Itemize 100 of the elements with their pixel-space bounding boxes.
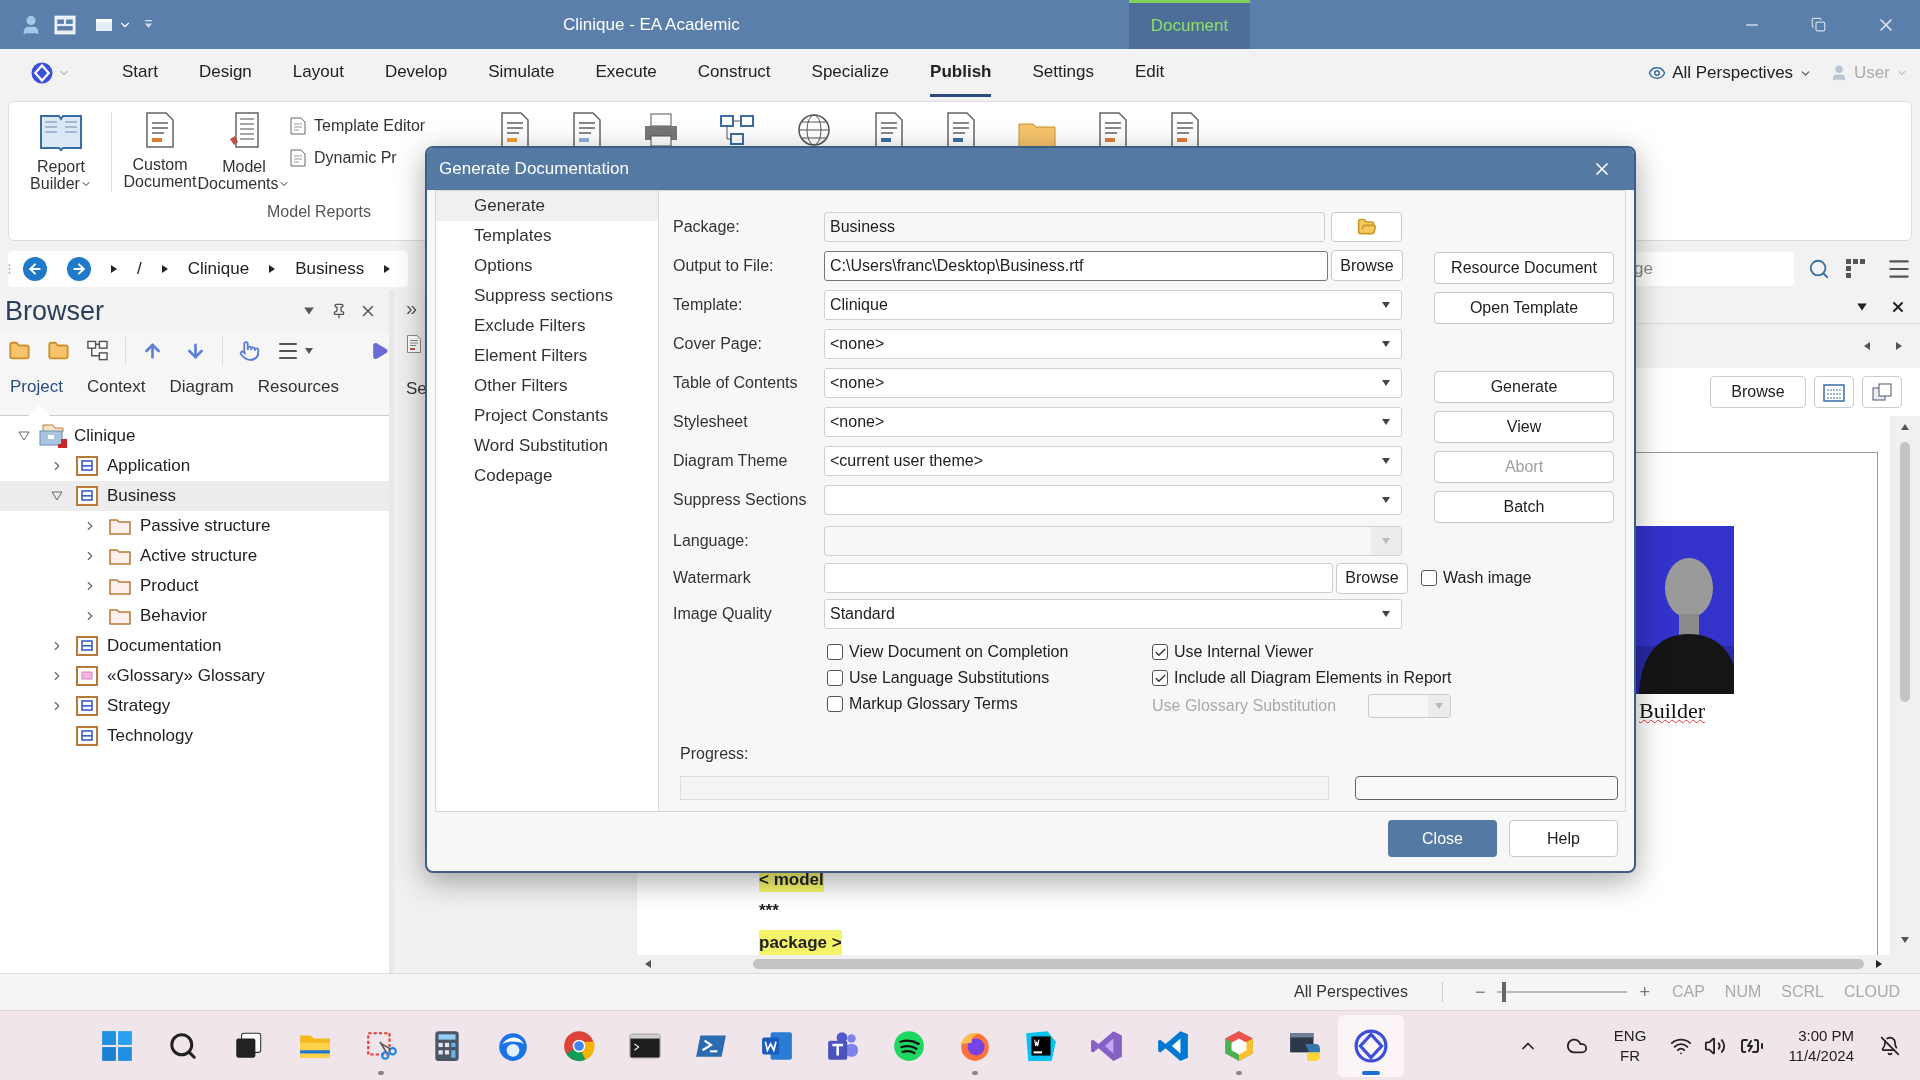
- ribbon-small-button[interactable]: Template Editor: [290, 114, 426, 138]
- cube-icon[interactable]: [1222, 1028, 1256, 1063]
- browser-tab[interactable]: Project: [0, 369, 75, 415]
- browser-icon[interactable]: [562, 1028, 596, 1063]
- tree-item[interactable]: Business: [0, 481, 389, 511]
- pin-icon[interactable]: [331, 303, 347, 319]
- browse-button[interactable]: Browse: [1710, 375, 1806, 408]
- language-indicator[interactable]: ENG FR: [1613, 1025, 1647, 1066]
- zoom-out-button[interactable]: −: [1474, 978, 1486, 1006]
- nav-item[interactable]: Project Constants: [436, 401, 658, 431]
- window-icon[interactable]: [96, 18, 112, 31]
- tree-item[interactable]: Passive structure: [0, 511, 389, 541]
- menu-tab[interactable]: Execute: [595, 49, 657, 97]
- nav-item[interactable]: Exclude Filters: [436, 311, 658, 341]
- checkbox[interactable]: [827, 670, 843, 686]
- checkbox[interactable]: [1152, 670, 1168, 686]
- dropdown-field[interactable]: Clinique: [824, 289, 1402, 320]
- menu-tab[interactable]: Layout: [292, 49, 344, 97]
- toolbar-button[interactable]: [1862, 375, 1902, 408]
- breadcrumb-item[interactable]: /: [137, 255, 142, 282]
- checkbox[interactable]: [827, 644, 843, 660]
- dialog-button[interactable]: Batch: [1434, 491, 1614, 523]
- nav-item[interactable]: Other Filters: [436, 371, 658, 401]
- music-icon[interactable]: [892, 1028, 926, 1063]
- document-icon[interactable]: [1169, 112, 1201, 148]
- menu-tab[interactable]: Design: [198, 49, 252, 97]
- dialog-button[interactable]: Help: [1509, 820, 1618, 857]
- breadcrumb-item[interactable]: Clinique: [187, 255, 250, 282]
- tree-item[interactable]: Strategy: [0, 691, 389, 721]
- menu-tab[interactable]: Specialize: [811, 49, 890, 97]
- export-icon[interactable]: [873, 112, 905, 148]
- diagram-icon[interactable]: [719, 112, 755, 148]
- notification-icon[interactable]: [1880, 1035, 1900, 1056]
- package-field[interactable]: Business: [824, 211, 1325, 242]
- tree-item[interactable]: Active structure: [0, 541, 389, 571]
- menu-tab[interactable]: Publish: [930, 49, 992, 97]
- tree-item[interactable]: Application: [0, 451, 389, 481]
- code-editor-icon[interactable]: [1024, 1028, 1058, 1063]
- back-button[interactable]: [23, 256, 47, 281]
- dropdown-field[interactable]: Standard: [824, 599, 1402, 629]
- dialog-button[interactable]: Close: [1388, 820, 1497, 857]
- tree-item[interactable]: Product: [0, 571, 389, 601]
- input-field[interactable]: [824, 563, 1333, 593]
- document-icon[interactable]: [945, 112, 977, 148]
- grid-icon[interactable]: [1846, 258, 1866, 279]
- convert-icon[interactable]: [1097, 112, 1129, 148]
- tree-item[interactable]: «Glossary» Glossary: [0, 661, 389, 691]
- nav-item[interactable]: Options: [436, 251, 658, 281]
- checkbox[interactable]: [827, 696, 843, 712]
- browse-button[interactable]: Browse: [1336, 562, 1408, 594]
- vertical-scrollbar[interactable]: [1890, 415, 1920, 973]
- checkbox[interactable]: [1152, 644, 1168, 660]
- infinity-icon[interactable]: [1090, 1028, 1124, 1063]
- search-icon[interactable]: [168, 1030, 198, 1061]
- browser-tab[interactable]: Resources: [245, 369, 352, 415]
- toolbar-button[interactable]: [1814, 375, 1854, 408]
- collapse-icon[interactable]: [51, 491, 63, 501]
- zoom-slider[interactable]: [1497, 981, 1628, 1003]
- menu-tab[interactable]: Start: [122, 49, 158, 97]
- nav-item[interactable]: Codepage: [436, 461, 658, 491]
- taskbar-button[interactable]: [1338, 1014, 1404, 1077]
- forward-button[interactable]: [67, 256, 91, 281]
- dialog-button[interactable]: Generate: [1434, 371, 1614, 403]
- expand-button[interactable]: »: [406, 296, 418, 320]
- nav-item[interactable]: Element Filters: [436, 341, 658, 371]
- document-icon[interactable]: [144, 112, 176, 148]
- dropdown-field[interactable]: <none>: [824, 406, 1402, 437]
- dropdown-field[interactable]: <current user theme>: [824, 445, 1402, 476]
- menu-tab[interactable]: Edit: [1134, 49, 1165, 97]
- collapse-icon[interactable]: [18, 431, 30, 441]
- menu-tab[interactable]: Simulate: [488, 49, 555, 97]
- dropdown-field[interactable]: [824, 484, 1402, 515]
- nav-item[interactable]: Templates: [436, 221, 658, 251]
- dialog-button[interactable]: Open Template: [1434, 292, 1614, 324]
- tree-item[interactable]: Behavior: [0, 601, 389, 631]
- checkbox[interactable]: [1421, 570, 1437, 586]
- hand-icon[interactable]: [238, 340, 260, 362]
- browser-tab[interactable]: Context: [74, 369, 158, 415]
- restore-icon[interactable]: [1811, 17, 1826, 32]
- tree-item[interactable]: Technology: [0, 721, 389, 751]
- grip-icon[interactable]: [8, 262, 11, 275]
- ribbon-small-button[interactable]: Dynamic Pr: [290, 146, 426, 170]
- breadcrumb-item[interactable]: Business: [295, 255, 365, 282]
- scroll-thumb[interactable]: [753, 959, 1864, 969]
- nav-item[interactable]: Word Substitution: [436, 431, 658, 461]
- zoom-in-button[interactable]: +: [1639, 978, 1650, 1006]
- nav-item[interactable]: Suppress sections: [436, 281, 658, 311]
- scroll-thumb[interactable]: [1900, 441, 1910, 702]
- globe-icon[interactable]: [795, 112, 833, 148]
- report-icon[interactable]: [499, 112, 531, 148]
- printer-icon[interactable]: [643, 112, 679, 148]
- browse-button[interactable]: Browse: [1331, 250, 1403, 281]
- browser-tab[interactable]: Diagram: [157, 369, 246, 415]
- document-icon[interactable]: [571, 112, 603, 148]
- new-folder-icon[interactable]: [8, 340, 31, 362]
- ribbon-button[interactable]: Report Builder: [19, 112, 103, 192]
- dropdown-field[interactable]: [1368, 694, 1451, 718]
- menu-tab[interactable]: Develop: [384, 49, 448, 97]
- menu-tab[interactable]: Construct: [697, 49, 771, 97]
- dialog-button[interactable]: Resource Document: [1434, 252, 1614, 284]
